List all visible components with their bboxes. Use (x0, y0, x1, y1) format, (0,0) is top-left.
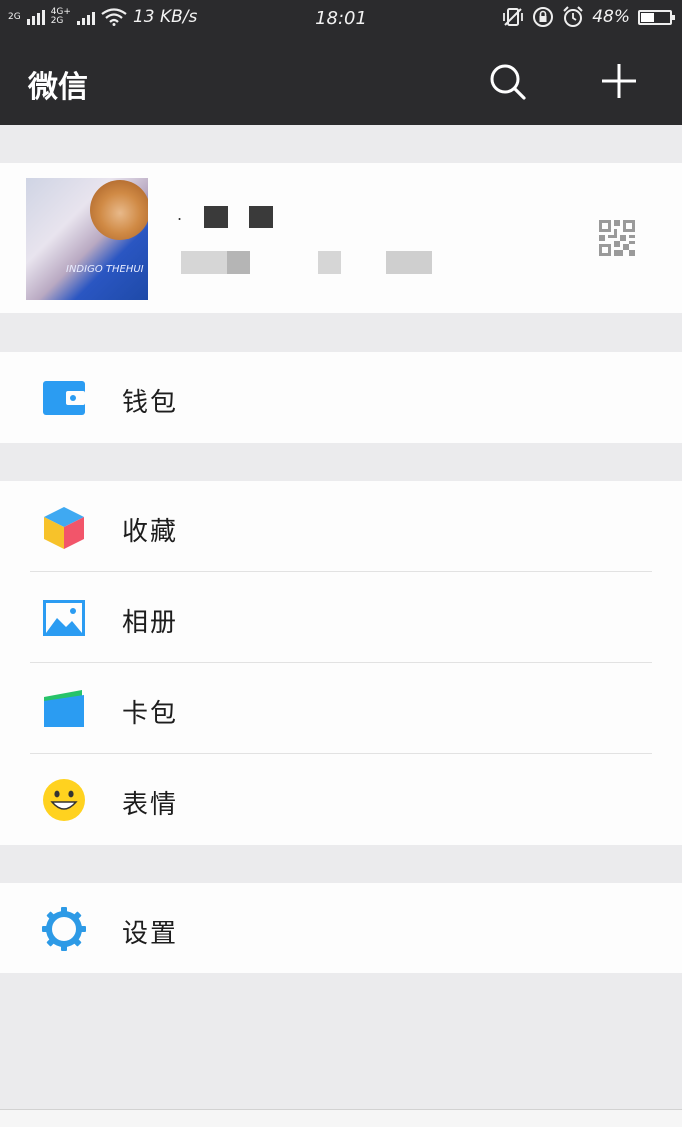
wallet-section: 钱包 (0, 352, 682, 443)
qr-code-icon[interactable] (599, 220, 635, 256)
battery-percent: 48% (592, 7, 630, 27)
avatar-cat-face (90, 180, 148, 240)
app-header: 微信 (0, 36, 682, 125)
profile-id-redacted-1 (181, 251, 227, 274)
wallet-icon (43, 381, 85, 415)
rotation-lock-icon (533, 7, 554, 27)
card-wallet-icon (44, 690, 84, 727)
smiley-icon (43, 779, 85, 821)
profile-id-redacted-3 (318, 251, 341, 274)
picture-icon (43, 600, 85, 636)
profile-id-redacted-4 (386, 251, 432, 274)
plus-icon[interactable] (598, 60, 640, 102)
cube-icon (44, 507, 84, 549)
menu-item-wallet[interactable]: 钱包 (0, 352, 682, 442)
alarm-icon (563, 6, 583, 27)
page-title: 微信 (28, 70, 88, 105)
search-icon[interactable] (486, 60, 528, 102)
profile-name-redacted-1 (204, 206, 228, 228)
menu-item-favorites[interactable]: 收藏 (0, 481, 682, 571)
menu-label-wallet: 钱包 (122, 388, 179, 418)
menu-item-album[interactable]: 相册 (0, 572, 682, 662)
vibrate-off-icon (503, 8, 524, 26)
avatar[interactable]: INDIGO THEHUI (26, 178, 148, 300)
menu-label-stickers: 表情 (122, 790, 179, 820)
menu-label-album: 相册 (122, 608, 179, 638)
features-section: 收藏 相册 卡包 表情 (0, 481, 682, 845)
gear-icon (42, 907, 86, 951)
profile-card[interactable]: INDIGO THEHUI . (0, 163, 682, 313)
tab-bar (0, 1110, 682, 1127)
menu-item-stickers[interactable]: 表情 (0, 754, 682, 844)
menu-label-cards: 卡包 (122, 699, 179, 729)
status-bar: 2G 4G+ 2G 13 KB/s 18:01 48% (0, 0, 682, 36)
settings-section: 设置 (0, 883, 682, 973)
avatar-shirt-text: INDIGO THEHUI (66, 264, 144, 275)
menu-item-cards[interactable]: 卡包 (0, 663, 682, 753)
battery-icon (638, 9, 675, 25)
battery-level (641, 12, 654, 22)
menu-label-settings: 设置 (122, 919, 179, 949)
profile-id-redacted-2 (227, 251, 250, 274)
status-right: 48% (502, 6, 675, 28)
profile-name-redacted-2 (249, 206, 273, 228)
profile-name-prefix: . (177, 205, 183, 224)
menu-label-favorites: 收藏 (122, 517, 179, 547)
menu-item-settings[interactable]: 设置 (0, 883, 682, 973)
